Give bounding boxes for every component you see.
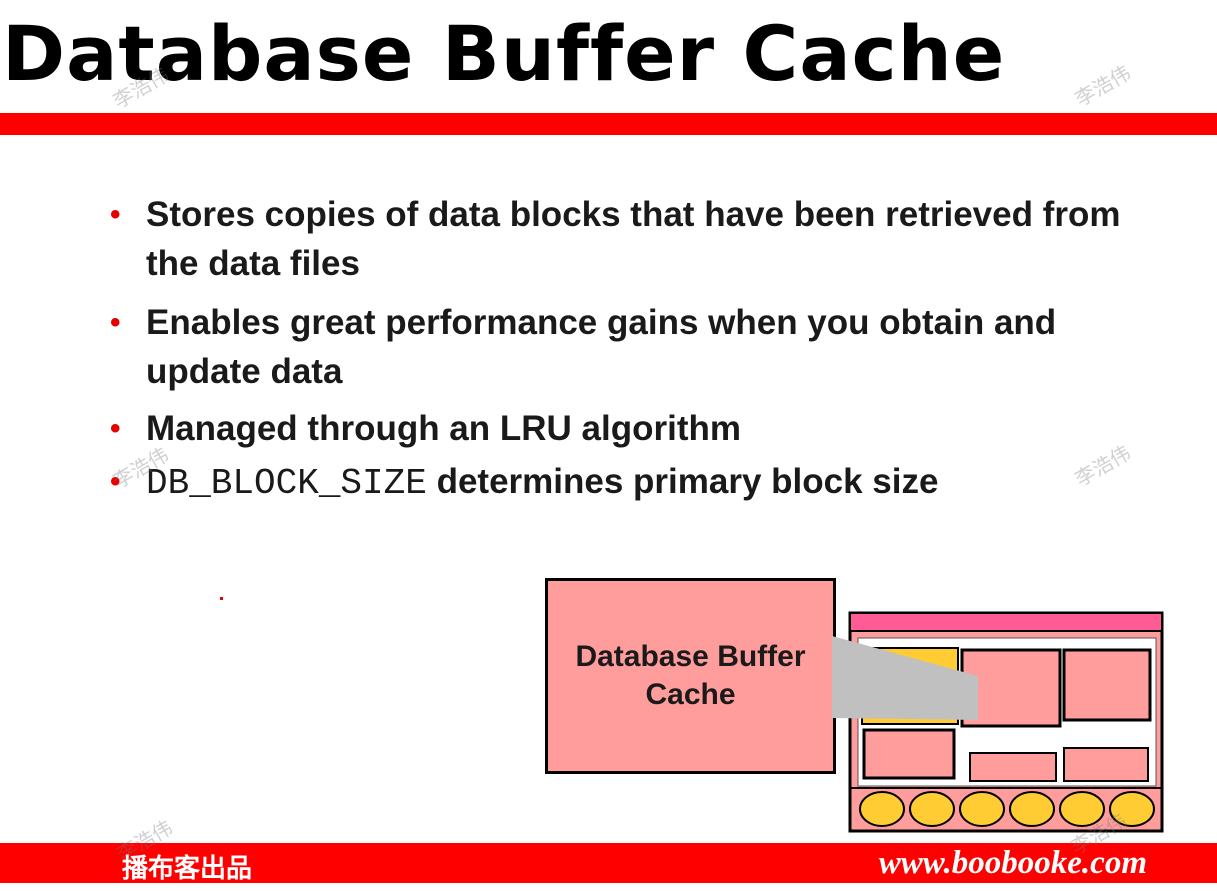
bullet-dot-icon: •: [110, 198, 121, 231]
title-rule: [0, 113, 1217, 135]
buffer-block: [862, 728, 956, 780]
label-line-1: Database Buffer: [575, 640, 806, 673]
watermark: 李浩伟: [1070, 60, 1135, 112]
bullet-item: • DB_BLOCK_SIZE determines primary block…: [110, 457, 1170, 508]
buffer-block: [1062, 648, 1152, 722]
label-line-2: Cache: [645, 678, 736, 711]
bullet-text: Stores copies of data blocks that have b…: [146, 195, 1121, 283]
footer-bar: 播布客出品 www.boobooke.com: [0, 843, 1217, 884]
bullet-code: DB_BLOCK_SIZE: [146, 463, 427, 504]
bullet-text: Managed through an LRU algorithm: [146, 409, 741, 448]
bullet-text: determines primary block size: [426, 462, 939, 501]
buffer-cache-label-box: Database Buffer Cache: [545, 578, 836, 774]
buffer-cache-label: Database Buffer Cache: [575, 638, 805, 714]
bullet-dot-icon: •: [110, 306, 121, 339]
sga-diagram: [832, 611, 1164, 833]
bullet-list: • Stores copies of data blocks that have…: [110, 190, 1170, 508]
footer-url: www.boobooke.com: [878, 845, 1147, 881]
sga-header-bar: [851, 614, 1161, 631]
bullet-text: Enables great performance gains when you…: [146, 303, 1057, 391]
buffer-block: [1063, 747, 1149, 782]
buffer-block: [969, 752, 1057, 782]
bullet-item: • Stores copies of data blocks that have…: [110, 190, 1170, 288]
bullet-dot-icon: •: [110, 412, 121, 445]
bullet-item: • Enables great performance gains when y…: [110, 298, 1170, 396]
bullet-item: • Managed through an LRU algorithm: [110, 404, 1170, 453]
stray-dot: [220, 597, 223, 600]
